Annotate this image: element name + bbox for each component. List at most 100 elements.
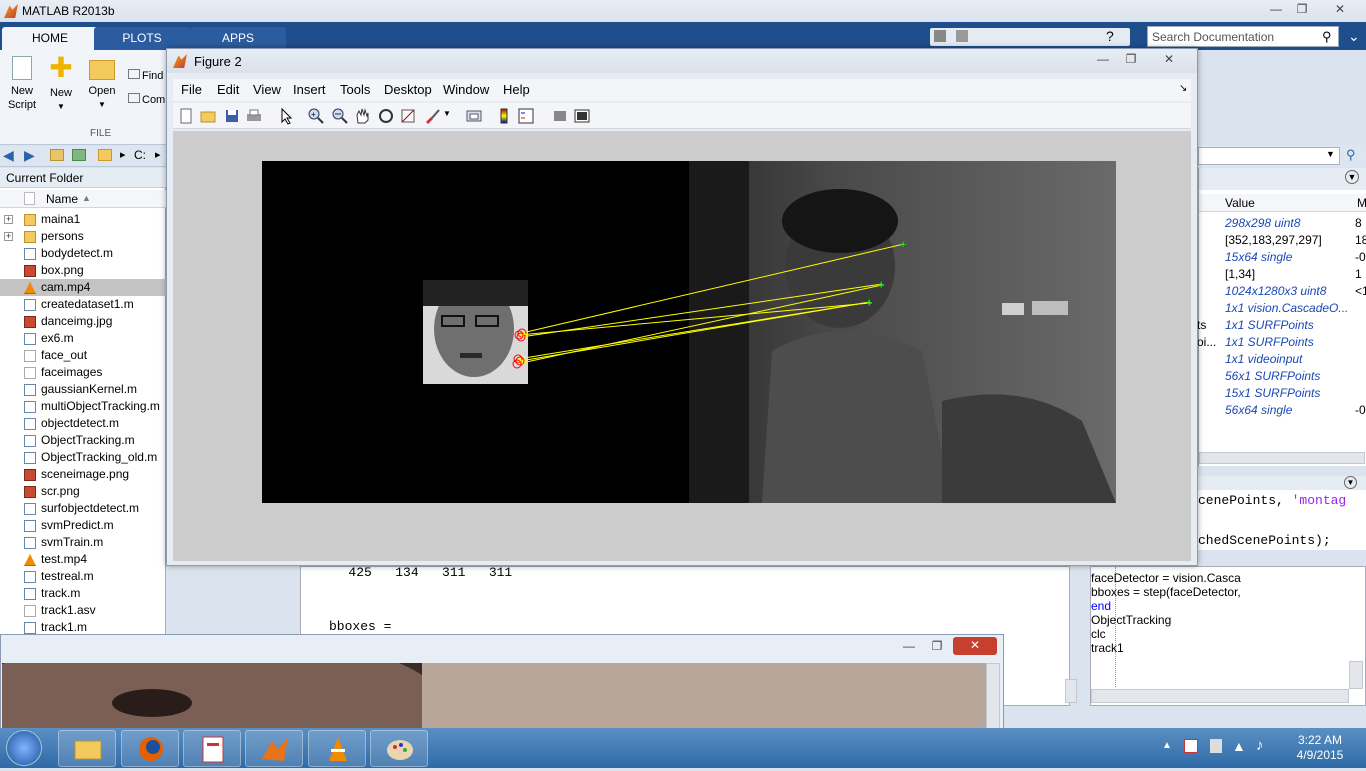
file-list-item[interactable]: face_out — [0, 347, 166, 364]
min-column-header[interactable]: M — [1357, 196, 1366, 210]
link-icon[interactable] — [465, 107, 483, 125]
name-column-header[interactable]: Name ▲ — [0, 190, 166, 208]
figure-canvas[interactable]: ++++++ — [173, 131, 1191, 561]
up-folder-icon[interactable] — [50, 149, 64, 161]
colorbar-icon[interactable] — [495, 107, 513, 125]
windows-explorer-icon[interactable] — [58, 730, 116, 767]
workspace-row[interactable]: 1024x1280x3 uint8 <1 — [1199, 283, 1366, 300]
brush-icon[interactable] — [423, 107, 441, 125]
command-window-scrollbar[interactable] — [1065, 679, 1077, 703]
file-list-item[interactable]: faceimages — [0, 364, 166, 381]
open-button[interactable]: Open ▼ — [86, 56, 118, 112]
value-column-header[interactable]: Value — [1225, 196, 1255, 210]
system-clock[interactable]: 3:22 AM 4/9/2015 — [1285, 733, 1355, 763]
file-list-item[interactable]: + maina1 — [0, 211, 166, 228]
network-icon[interactable]: ▲ — [1232, 738, 1246, 754]
workspace-row[interactable]: [1,34] 1 — [1199, 266, 1366, 283]
zoom-out-icon[interactable] — [331, 107, 349, 125]
history-item[interactable]: faceDetector = vision.Casca — [1091, 571, 1351, 585]
menu-insert[interactable]: Insert — [293, 82, 326, 97]
collapse-ribbon-icon[interactable]: ⌄ — [1348, 28, 1360, 45]
pan-icon[interactable] — [353, 107, 371, 125]
file-list-item[interactable]: ObjectTracking_old.m — [0, 449, 166, 466]
search-documentation-input[interactable]: Search Documentation — [1147, 26, 1339, 47]
print-icon[interactable] — [245, 107, 263, 125]
close-button[interactable]: ✕ — [953, 637, 997, 655]
maximize-button[interactable]: ❐ — [1290, 2, 1314, 18]
chevron-down-icon[interactable]: ▼ — [1326, 149, 1335, 159]
file-list-item[interactable]: sceneimage.png — [0, 466, 166, 483]
file-list-item[interactable]: + persons — [0, 228, 166, 245]
workspace-row[interactable]: 1x1 videoinput — [1199, 351, 1366, 368]
paint-icon[interactable] — [370, 730, 428, 767]
menu-desktop[interactable]: Desktop — [384, 82, 432, 97]
chevron-down-icon[interactable]: ▼ — [1344, 476, 1357, 489]
file-list-item[interactable]: testreal.m — [0, 568, 166, 585]
history-item[interactable]: end — [1091, 599, 1351, 613]
show-hidden-icons-icon[interactable]: ▲ — [1162, 740, 1172, 751]
start-button[interactable] — [6, 730, 42, 766]
workspace-filter-input[interactable] — [1198, 147, 1340, 165]
chevron-down-icon[interactable]: ▼ — [443, 109, 451, 118]
device-icon[interactable] — [1210, 739, 1222, 753]
editor-snippet[interactable]: cenePoints, 'montag chedScenePoints); — [1198, 490, 1366, 550]
file-list-item[interactable]: box.png — [0, 262, 166, 279]
dock-icon[interactable]: ↘ — [1179, 83, 1187, 94]
file-list-item[interactable]: multiObjectTracking.m — [0, 398, 166, 415]
vlc-icon[interactable] — [308, 730, 366, 767]
search-icon[interactable]: ⚲ — [1346, 147, 1356, 163]
history-vertical-scrollbar[interactable] — [1349, 661, 1363, 689]
file-list-item[interactable]: ObjectTracking.m — [0, 432, 166, 449]
matched-features-image[interactable]: ++++++ — [262, 161, 1116, 503]
file-list-item[interactable]: gaussianKernel.m — [0, 381, 166, 398]
file-list-item[interactable]: cam.mp4 — [0, 279, 166, 296]
menu-edit[interactable]: Edit — [217, 82, 239, 97]
tab-apps[interactable]: APPS — [190, 27, 286, 50]
zoom-in-icon[interactable]: + — [307, 107, 325, 125]
workspace-row[interactable]: [352,183,297,297] 18 — [1199, 232, 1366, 249]
tab-plots[interactable]: PLOTS — [94, 27, 190, 50]
history-horizontal-scrollbar[interactable] — [1091, 689, 1349, 703]
minimize-button[interactable]: — — [897, 639, 921, 655]
minimize-button[interactable]: — — [1264, 2, 1288, 18]
new-figure-icon[interactable] — [177, 107, 195, 125]
file-list-item[interactable]: track1.asv — [0, 602, 166, 619]
firefox-icon[interactable] — [121, 730, 179, 767]
history-item[interactable]: clc — [1091, 627, 1351, 641]
volume-icon[interactable]: ♪ — [1256, 737, 1264, 754]
help-icon[interactable]: ? — [1106, 28, 1114, 44]
workspace-row[interactable]: 15x1 SURFPoints — [1199, 385, 1366, 402]
file-list-item[interactable]: track.m — [0, 585, 166, 602]
data-cursor-icon[interactable] — [399, 107, 417, 125]
save-icon[interactable] — [956, 30, 968, 42]
save-icon[interactable] — [223, 107, 241, 125]
minimize-button[interactable]: — — [1091, 52, 1115, 68]
search-icon[interactable]: ⚲ — [1322, 29, 1332, 45]
browse-folder-icon[interactable] — [72, 149, 86, 161]
menu-window[interactable]: Window — [443, 82, 489, 97]
file-list-item[interactable]: bodydetect.m — [0, 245, 166, 262]
file-list-item[interactable]: surfobjectdetect.m — [0, 500, 166, 517]
close-button[interactable]: ✕ — [1328, 2, 1352, 18]
expand-icon[interactable]: + — [4, 215, 13, 224]
chevron-down-icon[interactable]: ▼ — [1345, 170, 1359, 184]
new-script-button[interactable]: New Script — [6, 56, 38, 112]
workspace-row[interactable]: oi... 1x1 SURFPoints — [1197, 334, 1366, 351]
matlab-icon[interactable] — [245, 730, 303, 767]
menu-help[interactable]: Help — [503, 82, 530, 97]
workspace-row[interactable]: 56x64 single -0 — [1199, 402, 1366, 419]
back-icon[interactable]: ◀ — [3, 147, 14, 164]
action-center-icon[interactable] — [1184, 739, 1198, 753]
menu-view[interactable]: View — [253, 82, 281, 97]
file-list-item[interactable]: createdataset1.m — [0, 296, 166, 313]
file-list-item[interactable]: objectdetect.m — [0, 415, 166, 432]
maximize-button[interactable]: ❐ — [1119, 52, 1143, 68]
rotate-icon[interactable] — [377, 107, 395, 125]
menu-tools[interactable]: Tools — [340, 82, 370, 97]
path-drive[interactable]: C: — [134, 148, 146, 162]
document-icon[interactable] — [183, 730, 241, 767]
show-plot-tools-icon[interactable] — [573, 107, 591, 125]
webcam-scrollbar[interactable] — [986, 663, 1000, 729]
close-button[interactable]: ✕ — [1157, 52, 1181, 68]
history-item[interactable]: bboxes = step(faceDetector, — [1091, 585, 1351, 599]
